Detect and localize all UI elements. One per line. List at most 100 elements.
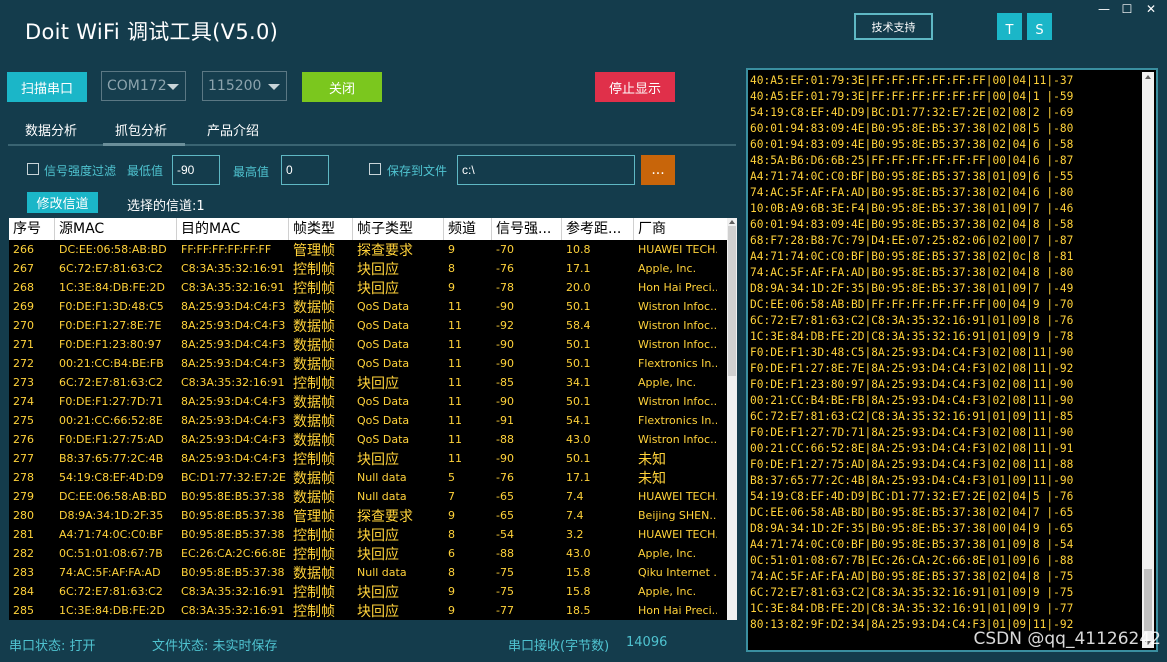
packet-table[interactable]: 序号 源MAC 目的MAC 帧类型 帧子类型 频道 信号强... 参考距... … xyxy=(9,218,737,620)
table-row[interactable]: 279 DC:EE:06:58:AB:BD B0:95:8E:B5:37:38 数据帧… xyxy=(9,487,727,506)
cell-signal: -92 xyxy=(496,319,514,332)
table-row[interactable]: 273 6C:72:E7:81:63:C2 C8:3A:35:32:16:91 控制帧… xyxy=(9,373,727,392)
s-button[interactable]: S xyxy=(1027,13,1052,40)
cell-distance: 54.1 xyxy=(566,414,591,427)
signal-filter-label: 信号强度过滤 xyxy=(44,164,117,178)
table-row[interactable]: 283 74:AC:5F:AF:FA:AD B0:95:8E:B5:37:38 数据帧… xyxy=(9,563,727,582)
close-window-icon[interactable]: ✕ xyxy=(1143,2,1159,16)
cell-vendor: HUAWEI TECH... xyxy=(638,243,717,256)
maximize-icon[interactable]: ☐ xyxy=(1119,2,1135,16)
col-header-index[interactable]: 序号 xyxy=(9,218,55,240)
log-line: 00:21:CC:66:52:8E|8A:25:93:D4:C4:F3|02|0… xyxy=(750,442,1074,455)
baud-select[interactable]: 115200 xyxy=(202,71,287,101)
min-value-input[interactable] xyxy=(172,155,220,185)
signal-filter-checkbox[interactable] xyxy=(27,163,39,175)
table-row[interactable]: 284 6C:72:E7:81:63:C2 C8:3A:35:32:16:91 控制帧… xyxy=(9,582,727,601)
port-select[interactable]: COM172 xyxy=(101,71,186,101)
table-row[interactable]: 270 F0:DE:F1:27:8E:7E 8A:25:93:D4:C4:F3 数据帧… xyxy=(9,316,727,335)
modify-channel-button[interactable]: 修改信道 xyxy=(27,192,98,213)
cell-frame-type: 控制帧 xyxy=(293,280,335,297)
cell-distance: 15.8 xyxy=(566,585,591,598)
cell-frame-type: 数据帧 xyxy=(293,394,335,411)
table-row[interactable]: 282 0C:51:01:08:67:7B EC:26:CA:2C:66:8E 控制帧… xyxy=(9,544,727,563)
max-value-input[interactable] xyxy=(281,155,329,185)
col-header-signal[interactable]: 信号强... xyxy=(492,218,562,240)
cell-index: 266 xyxy=(13,243,34,256)
cell-signal: -65 xyxy=(496,509,514,522)
scrollbar-thumb[interactable] xyxy=(1144,569,1152,631)
table-row[interactable]: 266 DC:EE:06:58:AB:BD FF:FF:FF:FF:FF:FF 管理帧… xyxy=(9,240,727,259)
cell-signal: -90 xyxy=(496,357,514,370)
cell-signal: -90 xyxy=(496,452,514,465)
cell-distance: 43.0 xyxy=(566,433,591,446)
minimize-icon[interactable]: — xyxy=(1096,2,1112,16)
col-header-frame-subtype[interactable]: 帧子类型 xyxy=(353,218,444,240)
tab-packet-capture[interactable]: 抓包分析 xyxy=(115,120,167,139)
tab-data-analysis[interactable]: 数据分析 xyxy=(25,120,77,139)
cell-vendor: HUAWEI TECH... xyxy=(638,490,717,503)
file-path-input[interactable] xyxy=(457,155,635,185)
table-row[interactable]: 274 F0:DE:F1:27:7D:71 8A:25:93:D4:C4:F3 数据帧… xyxy=(9,392,727,411)
close-port-button[interactable]: 关闭 xyxy=(302,72,382,102)
cell-signal: -77 xyxy=(496,604,514,617)
table-row[interactable]: 271 F0:DE:F1:23:80:97 8A:25:93:D4:C4:F3 数据帧… xyxy=(9,335,727,354)
cell-distance: 34.1 xyxy=(566,376,591,389)
cell-index: 273 xyxy=(13,376,34,389)
cell-dst-mac: B0:95:8E:B5:37:38 xyxy=(181,509,285,522)
browse-button[interactable]: ... xyxy=(641,155,675,185)
tab-product-intro[interactable]: 产品介绍 xyxy=(207,120,259,139)
cell-dst-mac: 8A:25:93:D4:C4:F3 xyxy=(181,414,286,427)
cell-src-mac: F0:DE:F1:3D:48:C5 xyxy=(59,300,164,313)
save-file-checkbox[interactable] xyxy=(369,163,381,175)
table-row[interactable]: 280 D8:9A:34:1D:2F:35 B0:95:8E:B5:37:38 管理帧… xyxy=(9,506,727,525)
scrollbar-thumb[interactable] xyxy=(728,226,736,376)
cell-index: 278 xyxy=(13,471,34,484)
table-row[interactable]: 272 00:21:CC:B4:BE:FB 8A:25:93:D4:C4:F3 数据帧… xyxy=(9,354,727,373)
table-row[interactable]: 276 F0:DE:F1:27:75:AD 8A:25:93:D4:C4:F3 数据帧… xyxy=(9,430,727,449)
table-row[interactable]: 285 1C:3E:84:DB:FE:2D C8:3A:35:32:16:91 控制帧… xyxy=(9,601,727,620)
cell-frame-type: 控制帧 xyxy=(293,261,335,278)
col-header-src-mac[interactable]: 源MAC xyxy=(55,218,177,240)
log-line: 54:19:C8:EF:4D:D9|BC:D1:77:32:E7:2E|02|0… xyxy=(750,490,1074,503)
cell-frame-subtype: 探查要求 xyxy=(357,508,413,525)
raw-log-panel[interactable]: 40:A5:EF:01:79:3E|FF:FF:FF:FF:FF:FF|00|0… xyxy=(746,68,1158,652)
col-header-frame-type[interactable]: 帧类型 xyxy=(289,218,353,240)
table-row[interactable]: 281 A4:71:74:0C:C0:BF B0:95:8E:B5:37:38 控制帧… xyxy=(9,525,727,544)
cell-src-mac: A4:71:74:0C:C0:BF xyxy=(59,528,164,541)
cell-distance: 3.2 xyxy=(566,528,584,541)
file-status: 文件状态: 未实时保存 xyxy=(152,639,278,654)
log-line: 74:AC:5F:AF:FA:AD|B0:95:8E:B5:37:38|02|0… xyxy=(750,570,1074,583)
cell-index: 268 xyxy=(13,281,34,294)
cell-channel: 11 xyxy=(448,452,462,465)
cell-index: 274 xyxy=(13,395,34,408)
log-line: B8:37:65:77:2C:4B|8A:25:93:D4:C4:F3|01|0… xyxy=(750,474,1074,487)
table-row[interactable]: 278 54:19:C8:EF:4D:D9 BC:D1:77:32:E7:2E 数据帧… xyxy=(9,468,727,487)
table-row[interactable]: 269 F0:DE:F1:3D:48:C5 8A:25:93:D4:C4:F3 数据帧… xyxy=(9,297,727,316)
stop-display-button[interactable]: 停止显示 xyxy=(595,72,675,102)
col-header-channel[interactable]: 频道 xyxy=(444,218,492,240)
table-row[interactable]: 268 1C:3E:84:DB:FE:2D C8:3A:35:32:16:91 控制帧… xyxy=(9,278,727,297)
cell-frame-type: 控制帧 xyxy=(293,584,335,601)
cell-vendor: Wistron Infoc... xyxy=(638,319,717,332)
cell-frame-type: 管理帧 xyxy=(293,242,335,259)
log-line: 60:01:94:83:09:4E|B0:95:8E:B5:37:38|02|0… xyxy=(750,122,1074,135)
table-row[interactable]: 275 00:21:CC:66:52:8E 8A:25:93:D4:C4:F3 数据帧… xyxy=(9,411,727,430)
log-scrollbar[interactable] xyxy=(1142,72,1154,648)
cell-index: 282 xyxy=(13,547,34,560)
log-line: F0:DE:F1:23:80:97|8A:25:93:D4:C4:F3|02|0… xyxy=(750,378,1074,391)
scroll-up-icon[interactable] xyxy=(1145,75,1151,79)
scan-port-button[interactable]: 扫描串口 xyxy=(7,72,87,102)
support-button[interactable]: 技术支持 xyxy=(854,13,933,40)
log-line: 1C:3E:84:DB:FE:2D|C8:3A:35:32:16:91|01|0… xyxy=(750,330,1074,343)
col-header-vendor[interactable]: 厂商 xyxy=(634,218,717,240)
col-header-dst-mac[interactable]: 目的MAC xyxy=(177,218,289,240)
t-button[interactable]: T xyxy=(997,13,1022,40)
log-line: DC:EE:06:58:AB:BD|B0:95:8E:B5:37:38|02|0… xyxy=(750,506,1074,519)
scroll-up-icon[interactable] xyxy=(729,220,735,224)
table-row[interactable]: 277 B8:37:65:77:2C:4B 8A:25:93:D4:C4:F3 控制帧… xyxy=(9,449,727,468)
cell-index: 279 xyxy=(13,490,34,503)
table-scrollbar[interactable] xyxy=(727,218,737,620)
cell-frame-type: 控制帧 xyxy=(293,451,335,468)
col-header-distance[interactable]: 参考距... xyxy=(562,218,634,240)
table-row[interactable]: 267 6C:72:E7:81:63:C2 C8:3A:35:32:16:91 控制帧… xyxy=(9,259,727,278)
